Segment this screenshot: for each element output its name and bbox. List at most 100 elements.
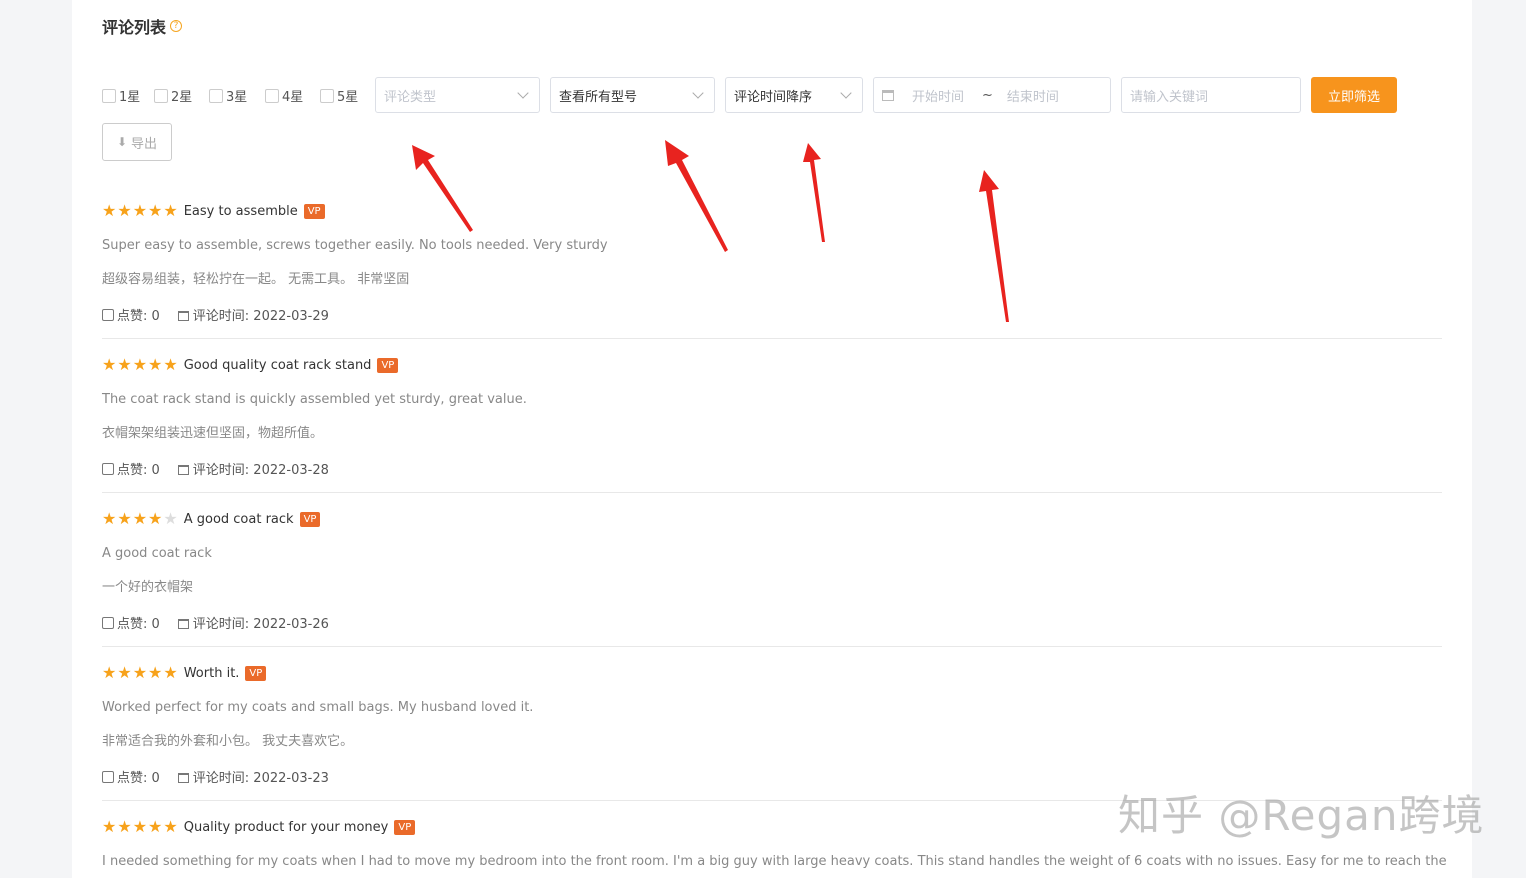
review-title: Quality product for your money — [183, 819, 389, 835]
star-filter-5[interactable]: 5星 — [320, 86, 358, 105]
watermark: 知乎 @Regan跨境 — [1118, 791, 1485, 840]
sort-select[interactable]: 评论时间降序 — [725, 77, 863, 113]
date-text: 评论时间: 2022-03-26 — [192, 617, 329, 632]
like-count[interactable]: 点赞: 0 — [102, 767, 160, 786]
sort-value: 评论时间降序 — [734, 89, 813, 105]
review-item: ★ ★ ★ ★ ★ Good quality coat rack stand VP The c… — [102, 355, 1442, 493]
checkbox[interactable] — [320, 88, 334, 103]
end-date-input[interactable]: 结束时间 — [1007, 86, 1059, 105]
star-filter-label: 3星 — [226, 90, 248, 105]
review-date: 评论时间: 2022-03-23 — [177, 767, 329, 786]
review-body-cn: 超级容易组装，轻松拧在一起。 无需工具。 非常坚固 — [102, 272, 410, 287]
like-text: 点赞: 0 — [117, 617, 160, 632]
page-title-text: 评论列表 — [102, 18, 167, 37]
star-icon: ★ — [163, 817, 178, 836]
help-icon[interactable]: ? — [170, 20, 183, 32]
review-header: ★ ★ ★ ★ ★ A good coat rack VP — [102, 509, 321, 529]
keyword-input[interactable]: 请输入关键词 — [1121, 77, 1301, 113]
like-text: 点赞: 0 — [117, 309, 160, 324]
star-icon: ★ — [132, 201, 148, 220]
review-meta: 点赞: 0 评论时间: 2022-03-28 — [102, 459, 329, 478]
like-count[interactable]: 点赞: 0 — [102, 305, 160, 324]
review-title: A good coat rack — [183, 511, 294, 527]
like-count[interactable]: 点赞: 0 — [102, 459, 160, 478]
review-meta: 点赞: 0 评论时间: 2022-03-29 — [102, 305, 329, 324]
keyword-placeholder: 请输入关键词 — [1130, 89, 1209, 105]
start-date-input[interactable]: 开始时间 — [912, 86, 964, 105]
star-filter-3[interactable]: 3星 — [209, 86, 247, 105]
star-icon: ★ — [163, 201, 178, 220]
date-text: 评论时间: 2022-03-28 — [192, 463, 329, 478]
star-filter-label: 1星 — [119, 90, 141, 105]
review-body-en: Super easy to assemble, screws together … — [102, 238, 608, 253]
star-icon: ★ — [117, 355, 132, 374]
review-body-en: I needed something for my coats when I h… — [102, 854, 1447, 869]
star-icon: ★ — [148, 663, 163, 682]
review-title: Easy to assemble — [183, 203, 298, 219]
date-text: 评论时间: 2022-03-29 — [192, 309, 329, 324]
vp-badge: VP — [245, 665, 267, 681]
page-title: 评论列表 ? — [102, 14, 183, 38]
review-meta: 点赞: 0 评论时间: 2022-03-26 — [102, 613, 329, 632]
review-body-en: Worked perfect for my coats and small ba… — [102, 700, 534, 715]
checkbox[interactable] — [209, 88, 223, 103]
star-filter-1[interactable]: 1星 — [102, 86, 140, 105]
review-meta: 点赞: 0 评论时间: 2022-03-23 — [102, 767, 329, 786]
star-icon: ★ — [163, 663, 178, 682]
review-title: Good quality coat rack stand — [183, 357, 372, 373]
star-filter-label: 2星 — [171, 90, 193, 105]
review-date: 评论时间: 2022-03-28 — [177, 459, 329, 478]
review-item: ★ ★ ★ ★ ★ Worth it. VP Worked perfect for my co… — [102, 663, 1442, 801]
star-icon: ★ — [132, 509, 148, 528]
star-icon: ★ — [102, 201, 117, 220]
calendar-icon — [177, 465, 189, 475]
date-separator: ~ — [982, 87, 993, 103]
star-icon: ★ — [102, 355, 117, 374]
star-icon: ★ — [102, 509, 117, 528]
rating-stars: ★ ★ ★ ★ ★ — [102, 511, 178, 527]
checkbox[interactable] — [154, 88, 168, 103]
review-body-en: A good coat rack — [102, 546, 212, 561]
star-icon: ★ — [148, 201, 163, 220]
review-item: ★ ★ ★ ★ ★ Easy to assemble VP Super easy to ass… — [102, 201, 1442, 339]
model-select[interactable]: 查看所有型号 — [550, 77, 715, 113]
star-icon: ★ — [132, 663, 148, 682]
star-icon: ★ — [132, 355, 148, 374]
star-icon: ★ — [163, 509, 178, 528]
like-count[interactable]: 点赞: 0 — [102, 613, 160, 632]
review-header: ★ ★ ★ ★ ★ Worth it. VP — [102, 663, 267, 683]
star-icon: ★ — [132, 817, 148, 836]
vp-badge: VP — [299, 511, 321, 527]
calendar-icon — [882, 89, 894, 101]
review-date: 评论时间: 2022-03-26 — [177, 613, 329, 632]
model-value: 查看所有型号 — [559, 89, 638, 105]
checkbox[interactable] — [102, 88, 116, 103]
rating-stars: ★ ★ ★ ★ ★ — [102, 357, 178, 373]
date-text: 评论时间: 2022-03-23 — [192, 771, 329, 786]
star-filter-4[interactable]: 4星 — [265, 86, 303, 105]
star-icon: ★ — [148, 817, 163, 836]
download-icon: ⬇ — [116, 135, 128, 149]
checkbox[interactable] — [265, 88, 279, 103]
vp-badge: VP — [303, 203, 325, 219]
filter-button[interactable]: 立即筛选 — [1311, 77, 1397, 113]
calendar-icon — [177, 773, 189, 783]
export-button[interactable]: ⬇ 导出 — [102, 123, 172, 161]
date-range-picker[interactable]: 开始时间 ~ 结束时间 — [873, 77, 1111, 113]
star-icon: ★ — [117, 201, 132, 220]
star-icon: ★ — [102, 817, 117, 836]
calendar-icon — [177, 311, 189, 321]
review-title: Worth it. — [183, 665, 240, 681]
export-label: 导出 — [131, 136, 158, 152]
calendar-icon — [177, 619, 189, 629]
review-body-cn: 非常适合我的外套和小包。 我丈夫喜欢它。 — [102, 734, 354, 749]
star-filter-2[interactable]: 2星 — [154, 86, 192, 105]
star-icon: ★ — [117, 817, 132, 836]
thumbs-up-icon — [102, 617, 114, 629]
vp-badge: VP — [394, 819, 416, 835]
star-icon: ★ — [148, 509, 163, 528]
like-text: 点赞: 0 — [117, 771, 160, 786]
like-text: 点赞: 0 — [117, 463, 160, 478]
review-body-cn: 一个好的衣帽架 — [102, 580, 194, 595]
review-type-select[interactable]: 评论类型 — [375, 77, 540, 113]
